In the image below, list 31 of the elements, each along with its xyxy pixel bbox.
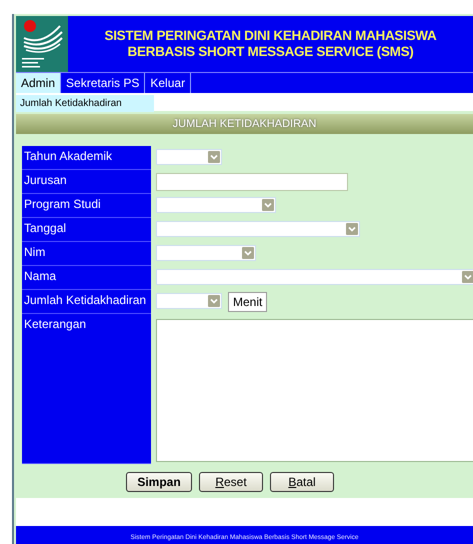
dropdown[interactable]	[156, 245, 256, 261]
caret-icon	[208, 151, 220, 163]
field-label: Tanggal	[22, 218, 151, 242]
caret-icon	[262, 199, 274, 211]
input-field[interactable]	[156, 173, 348, 191]
field-label: Jumlah Ketidakhadiran	[22, 290, 151, 314]
form-button[interactable]: Simpan	[126, 472, 192, 492]
form-button[interactable]: Batal	[270, 472, 334, 492]
menu-item[interactable]: Admin	[16, 73, 62, 93]
caret-icon	[208, 295, 220, 307]
logo-icon	[16, 16, 68, 72]
dropdown[interactable]	[156, 149, 222, 165]
caret-icon	[462, 271, 473, 283]
field-label: Nama	[22, 266, 151, 290]
form-button[interactable]: Reset	[199, 472, 263, 492]
field-label: Jurusan	[22, 170, 151, 194]
dropdown[interactable]	[156, 293, 222, 309]
dropdown[interactable]	[156, 221, 360, 237]
dropdown[interactable]	[156, 269, 473, 285]
unit-label: Menit	[228, 292, 268, 312]
caret-icon	[346, 223, 358, 235]
field-label: Program Studi	[22, 194, 151, 218]
field-label: Keterangan	[22, 314, 151, 464]
field-label: Nim	[22, 242, 151, 266]
caret-icon	[242, 247, 254, 259]
app-title: BERBASIS SHORT MESSAGE SERVICE (SMS)	[126, 44, 414, 60]
section-title: JUMLAH KETIDAKHADIRAN	[172, 118, 316, 130]
dropdown[interactable]	[156, 197, 276, 213]
app-title: SISTEM PERINGATAN DINI KEHADIRAN MAHASISWA	[104, 28, 438, 44]
submenu-item[interactable]: Jumlah Ketidakhadiran	[16, 95, 154, 112]
field-label: Tahun Akademik	[22, 146, 151, 170]
